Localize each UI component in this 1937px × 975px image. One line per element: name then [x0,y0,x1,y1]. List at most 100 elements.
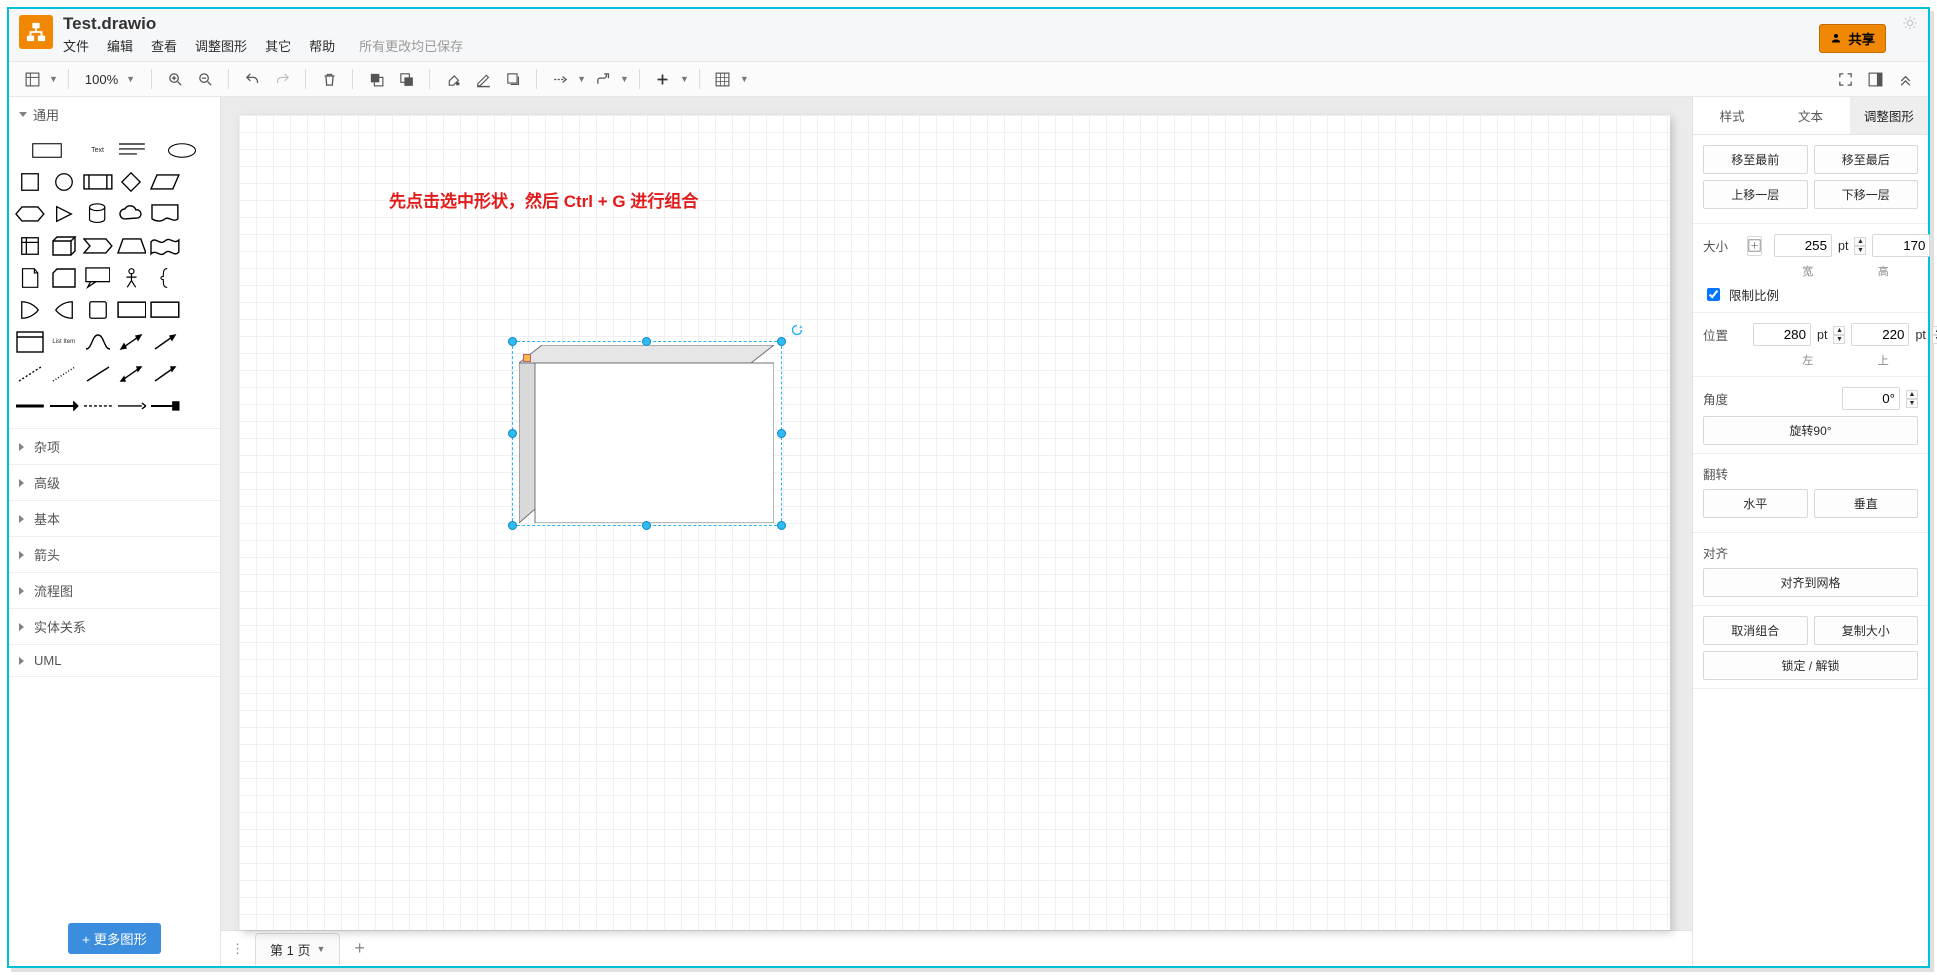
tbl-caret[interactable]: ▼ [740,74,749,84]
shape-or[interactable] [15,296,45,324]
menu-edit[interactable]: 编辑 [107,36,133,55]
shape-trapezoid[interactable] [117,232,147,260]
sel-handle-sw[interactable] [508,521,517,530]
snap-grid-btn[interactable]: 对齐到网格 [1703,568,1918,597]
shape-process[interactable] [83,168,113,196]
to-back-icon[interactable] [393,66,419,92]
shape-blank4[interactable] [184,264,214,292]
tab-add[interactable]: + [348,938,371,959]
shape-ellipse-wide[interactable] [150,136,214,164]
shape-list[interactable]: List Item [49,328,79,356]
to-front-icon[interactable] [363,66,389,92]
shape-tape[interactable] [150,232,180,260]
conn-caret[interactable]: ▼ [577,74,586,84]
ftab-style[interactable]: 样式 [1693,97,1771,134]
fill-color-icon[interactable] [440,66,466,92]
menu-file[interactable]: 文件 [63,36,89,55]
angle-up[interactable]: ▲ [1906,390,1918,399]
canvas[interactable]: 先点击选中形状，然后 Ctrl + G 进行组合 [239,115,1670,930]
sel-handle-ne[interactable] [777,337,786,346]
view-dropdown[interactable] [19,66,45,92]
shape-dirarrow[interactable] [150,360,180,388]
share-button[interactable]: 共享 [1819,24,1886,53]
top-input[interactable] [1851,323,1909,346]
ins-caret[interactable]: ▼ [680,74,689,84]
selection-box[interactable] [512,341,782,526]
rotate90-btn[interactable]: 旋转90° [1703,416,1918,445]
shape-blank3[interactable] [184,232,214,260]
shape-document[interactable] [150,200,180,228]
height-input[interactable] [1872,234,1930,257]
tabs-menu-icon[interactable]: ⋮ [229,941,247,957]
sb-uml[interactable]: UML [9,645,220,676]
shape-inner-handle[interactable] [523,354,531,362]
more-shapes-button[interactable]: + 更多图形 [68,923,161,954]
sb-misc[interactable]: 杂项 [9,429,220,464]
shape-cloud[interactable] [117,200,147,228]
shape-and[interactable] [49,296,79,324]
shape-curve[interactable] [83,328,113,356]
shape-circle[interactable] [49,168,79,196]
btn-to-back[interactable]: 移至最后 [1814,145,1919,174]
flip-v-btn[interactable]: 垂直 [1814,489,1919,518]
menu-help[interactable]: 帮助 [309,36,335,55]
shape-link[interactable] [15,392,45,420]
sb-er[interactable]: 实体关系 [9,609,220,644]
ungroup-btn[interactable]: 取消组合 [1703,616,1808,645]
constrain-check[interactable]: 限制比例 [1703,285,1918,304]
left-up[interactable]: ▲ [1833,326,1845,335]
ftab-text[interactable]: 文本 [1771,97,1849,134]
shape-actor[interactable] [117,264,147,292]
btn-forward[interactable]: 上移一层 [1703,180,1808,209]
width-down[interactable]: ▼ [1854,246,1866,255]
menu-extras[interactable]: 其它 [265,36,291,55]
zoom-in-icon[interactable] [162,66,188,92]
flip-h-btn[interactable]: 水平 [1703,489,1808,518]
ftab-arrange[interactable]: 调整图形 [1850,97,1928,134]
shape-square[interactable] [15,168,45,196]
sel-handle-n[interactable] [642,337,651,346]
insert-icon[interactable] [650,66,676,92]
zoom-level[interactable]: 100%▼ [79,72,141,87]
shape-cylinder[interactable] [83,200,113,228]
shape-datastore[interactable] [83,296,113,324]
shape-bidir2[interactable] [117,360,147,388]
shadow-icon[interactable] [500,66,526,92]
shape-blank2[interactable] [184,200,214,228]
autosize-icon[interactable] [1747,236,1762,256]
zoom-out-icon[interactable] [192,66,218,92]
shape-blank[interactable] [184,168,214,196]
left-down[interactable]: ▼ [1833,335,1845,344]
shape-internal-storage[interactable] [15,232,45,260]
width-input[interactable] [1774,234,1832,257]
shape-link-arrow[interactable] [49,392,79,420]
angle-down[interactable]: ▼ [1906,399,1918,408]
shape-rect2[interactable] [117,296,147,324]
shape-cube[interactable] [49,232,79,260]
shape-hexagon[interactable] [15,200,45,228]
line-color-icon[interactable] [470,66,496,92]
waypoint-icon[interactable] [590,66,616,92]
shape-hline[interactable] [83,392,113,420]
shape-parallelogram[interactable] [150,168,180,196]
shape-dotline[interactable] [49,360,79,388]
menu-arrange[interactable]: 调整图形 [195,36,247,55]
shape-card[interactable] [49,264,79,292]
top-up[interactable]: ▲ [1932,326,1937,335]
constrain-checkbox[interactable] [1707,288,1720,301]
fullscreen-icon[interactable] [1832,66,1858,92]
sel-handle-nw[interactable] [508,337,517,346]
sel-handle-s[interactable] [642,521,651,530]
shape-blank6[interactable] [184,328,214,356]
connection-icon[interactable] [547,66,573,92]
undo-icon[interactable] [239,66,265,92]
shape-bidir-arrow[interactable] [117,328,147,356]
collapse-icon[interactable] [1892,66,1918,92]
copy-size-btn[interactable]: 复制大小 [1814,616,1919,645]
top-down[interactable]: ▼ [1932,335,1937,344]
btn-to-front[interactable]: 移至最前 [1703,145,1808,174]
tab-page-1[interactable]: 第 1 页▼ [255,933,340,965]
sel-handle-e[interactable] [777,429,786,438]
sel-handle-se[interactable] [777,521,786,530]
shape-note[interactable] [15,264,45,292]
